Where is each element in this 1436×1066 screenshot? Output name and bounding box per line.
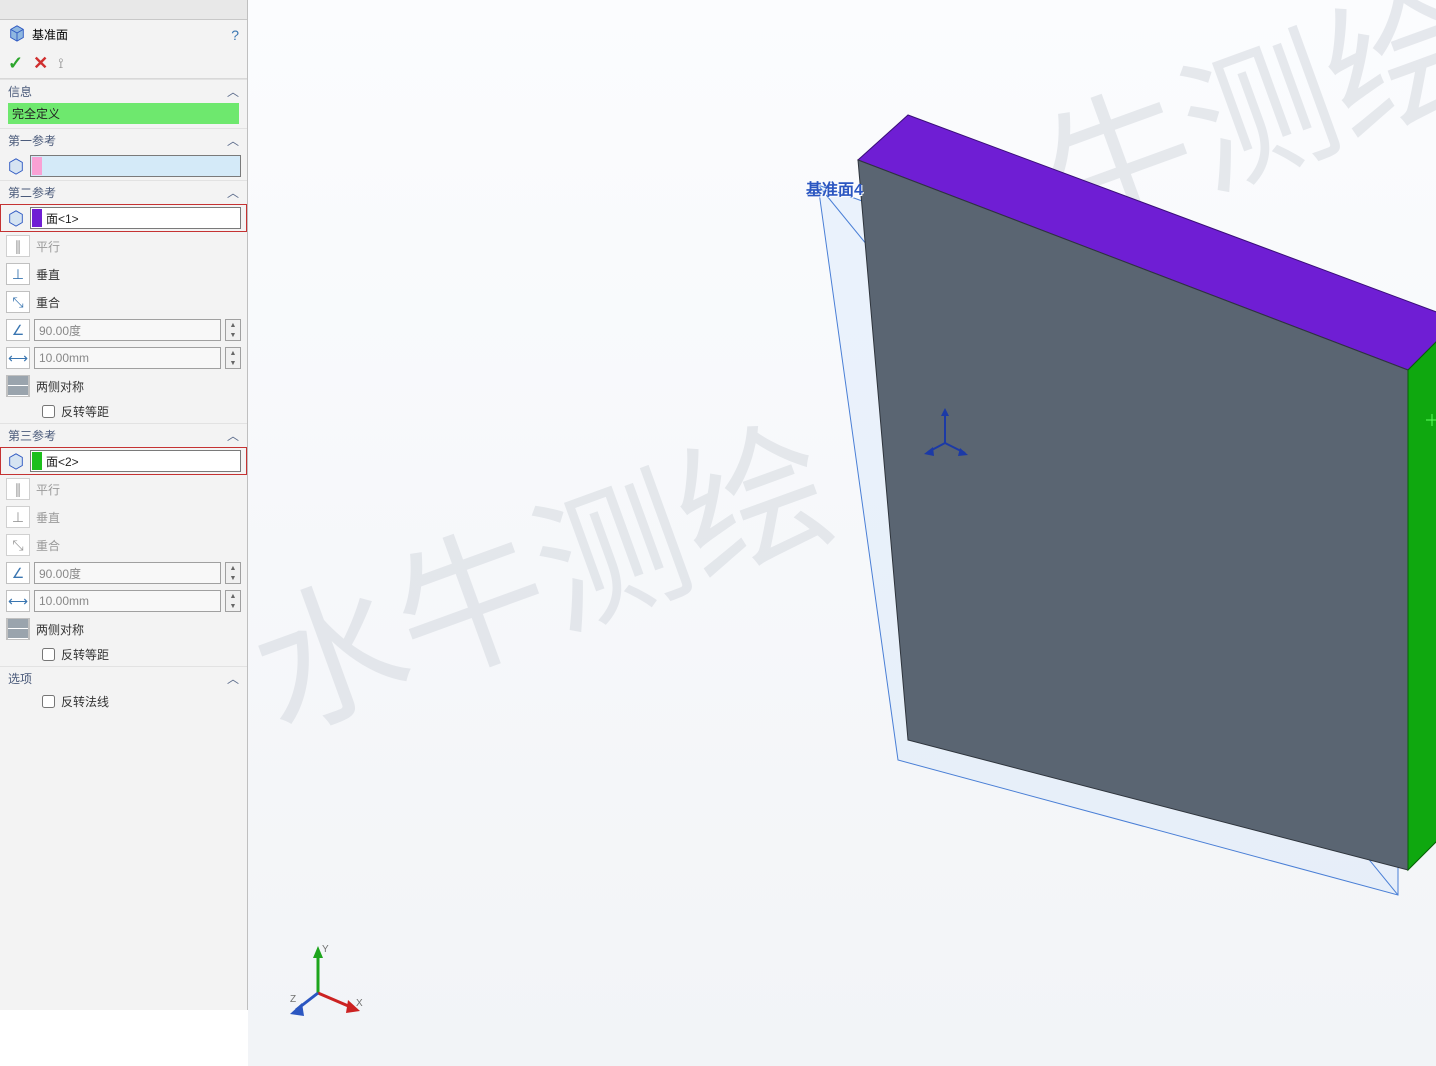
chevron-up-icon: ︿	[227, 670, 239, 687]
ref2-reverse-offset-checkbox[interactable]	[42, 405, 55, 418]
ref1-header[interactable]: 第一参考 ︿	[0, 128, 247, 152]
ref3-header[interactable]: 第三参考 ︿	[0, 423, 247, 447]
ref3-distance-input[interactable]	[34, 590, 221, 612]
ref3-angle-spinner[interactable]: ▲▼	[225, 562, 241, 584]
panel-tabs[interactable]	[0, 0, 247, 20]
ref1-color-chip	[32, 157, 42, 175]
distance-icon: ⟷	[6, 347, 30, 369]
ref2-distance-row: ⟷ ▲▼	[0, 344, 247, 372]
model-right-face[interactable]	[1408, 320, 1436, 870]
property-panel: 基准面 ? ✓ ✕ ⟟ 信息 ︿ 完全定义 第一参考 ︿	[0, 0, 248, 1010]
perpendicular-icon: ⊥	[6, 263, 30, 285]
ref2-reverse-offset-row: 反转等距	[0, 400, 247, 423]
model-3d[interactable]	[528, 40, 1436, 940]
svg-text:X: X	[356, 998, 363, 1009]
parallel-icon: ∥	[6, 478, 30, 500]
confirm-row: ✓ ✕ ⟟	[0, 49, 247, 79]
ref1-selection-box[interactable]	[30, 155, 241, 177]
info-section-header[interactable]: 信息 ︿	[0, 79, 247, 103]
ref3-angle-input[interactable]	[34, 562, 221, 584]
chevron-up-icon: ︿	[227, 184, 239, 201]
ref2-header[interactable]: 第二参考 ︿	[0, 180, 247, 204]
ref3-perpendicular[interactable]: ⊥垂直	[0, 503, 247, 531]
center-triad-icon	[920, 408, 970, 458]
chevron-up-icon: ︿	[227, 427, 239, 444]
svg-text:Z: Z	[290, 994, 296, 1005]
chevron-up-icon: ︿	[227, 132, 239, 149]
ref3-color-chip	[32, 452, 42, 470]
reverse-normal-row: 反转法线	[0, 690, 247, 713]
angle-icon: ∠	[6, 562, 30, 584]
ref2-angle-input[interactable]	[34, 319, 221, 341]
coincident-icon: ⤡	[6, 291, 30, 313]
ok-button[interactable]: ✓	[8, 53, 23, 74]
ref2-parallel[interactable]: ∥平行	[0, 232, 247, 260]
help-icon[interactable]: ?	[231, 27, 239, 43]
ref3-selection-row: 面<2>	[0, 447, 247, 475]
cancel-button[interactable]: ✕	[33, 53, 48, 74]
ref3-reverse-offset-checkbox[interactable]	[42, 648, 55, 661]
ref2-coincident[interactable]: ⤡重合	[0, 288, 247, 316]
parallel-icon: ∥	[6, 235, 30, 257]
ref3-reverse-offset-row: 反转等距	[0, 643, 247, 666]
ref3-reverse-offset-label: 反转等距	[61, 646, 109, 663]
feature-title-row: 基准面 ?	[0, 20, 247, 49]
ref3-distance-row: ⟷ ▲▼	[0, 587, 247, 615]
ref3-both-sides[interactable]: 两侧对称	[0, 615, 247, 643]
plane-label[interactable]: 基准面4	[806, 176, 863, 200]
ref2-color-chip	[32, 209, 42, 227]
status-fully-defined: 完全定义	[8, 103, 239, 124]
perpendicular-icon: ⊥	[6, 506, 30, 528]
viewport-3d[interactable]: 水牛测绘 水牛测绘 基准面4	[248, 0, 1436, 1066]
options-header[interactable]: 选项 ︿	[0, 666, 247, 690]
distance-icon: ⟷	[6, 590, 30, 612]
cube-icon	[6, 156, 26, 176]
reverse-normal-checkbox[interactable]	[42, 695, 55, 708]
cube-icon	[6, 451, 26, 471]
both-sides-icon	[6, 375, 30, 397]
chevron-up-icon: ︿	[227, 83, 239, 100]
ref3-value: 面<2>	[46, 453, 79, 470]
ref3-angle-row: ∠ ▲▼	[0, 559, 247, 587]
both-sides-icon	[6, 618, 30, 640]
ref2-distance-input[interactable]	[34, 347, 221, 369]
ref2-distance-spinner[interactable]: ▲▼	[225, 347, 241, 369]
feature-title: 基准面	[32, 26, 68, 43]
ref3-selection-box[interactable]: 面<2>	[30, 450, 241, 472]
ref2-selection-box[interactable]: 面<1>	[30, 207, 241, 229]
plane-icon	[8, 24, 26, 45]
pin-button[interactable]: ⟟	[58, 55, 63, 72]
ref3-parallel[interactable]: ∥平行	[0, 475, 247, 503]
ref1-selection-row	[0, 152, 247, 180]
ref3-distance-spinner[interactable]: ▲▼	[225, 590, 241, 612]
ref2-both-sides[interactable]: 两侧对称	[0, 372, 247, 400]
ref2-angle-spinner[interactable]: ▲▼	[225, 319, 241, 341]
cube-icon	[6, 208, 26, 228]
reverse-normal-label: 反转法线	[61, 693, 109, 710]
ref2-selection-row: 面<1>	[0, 204, 247, 232]
ref2-value: 面<1>	[46, 210, 79, 227]
ref2-angle-row: ∠ ▲▼	[0, 316, 247, 344]
coincident-icon: ⤡	[6, 534, 30, 556]
svg-text:Y: Y	[322, 944, 329, 955]
angle-icon: ∠	[6, 319, 30, 341]
ref2-reverse-offset-label: 反转等距	[61, 403, 109, 420]
ref2-perpendicular[interactable]: ⊥垂直	[0, 260, 247, 288]
ref3-coincident[interactable]: ⤡重合	[0, 531, 247, 559]
view-triad-icon[interactable]: Y X Z	[288, 938, 368, 1018]
